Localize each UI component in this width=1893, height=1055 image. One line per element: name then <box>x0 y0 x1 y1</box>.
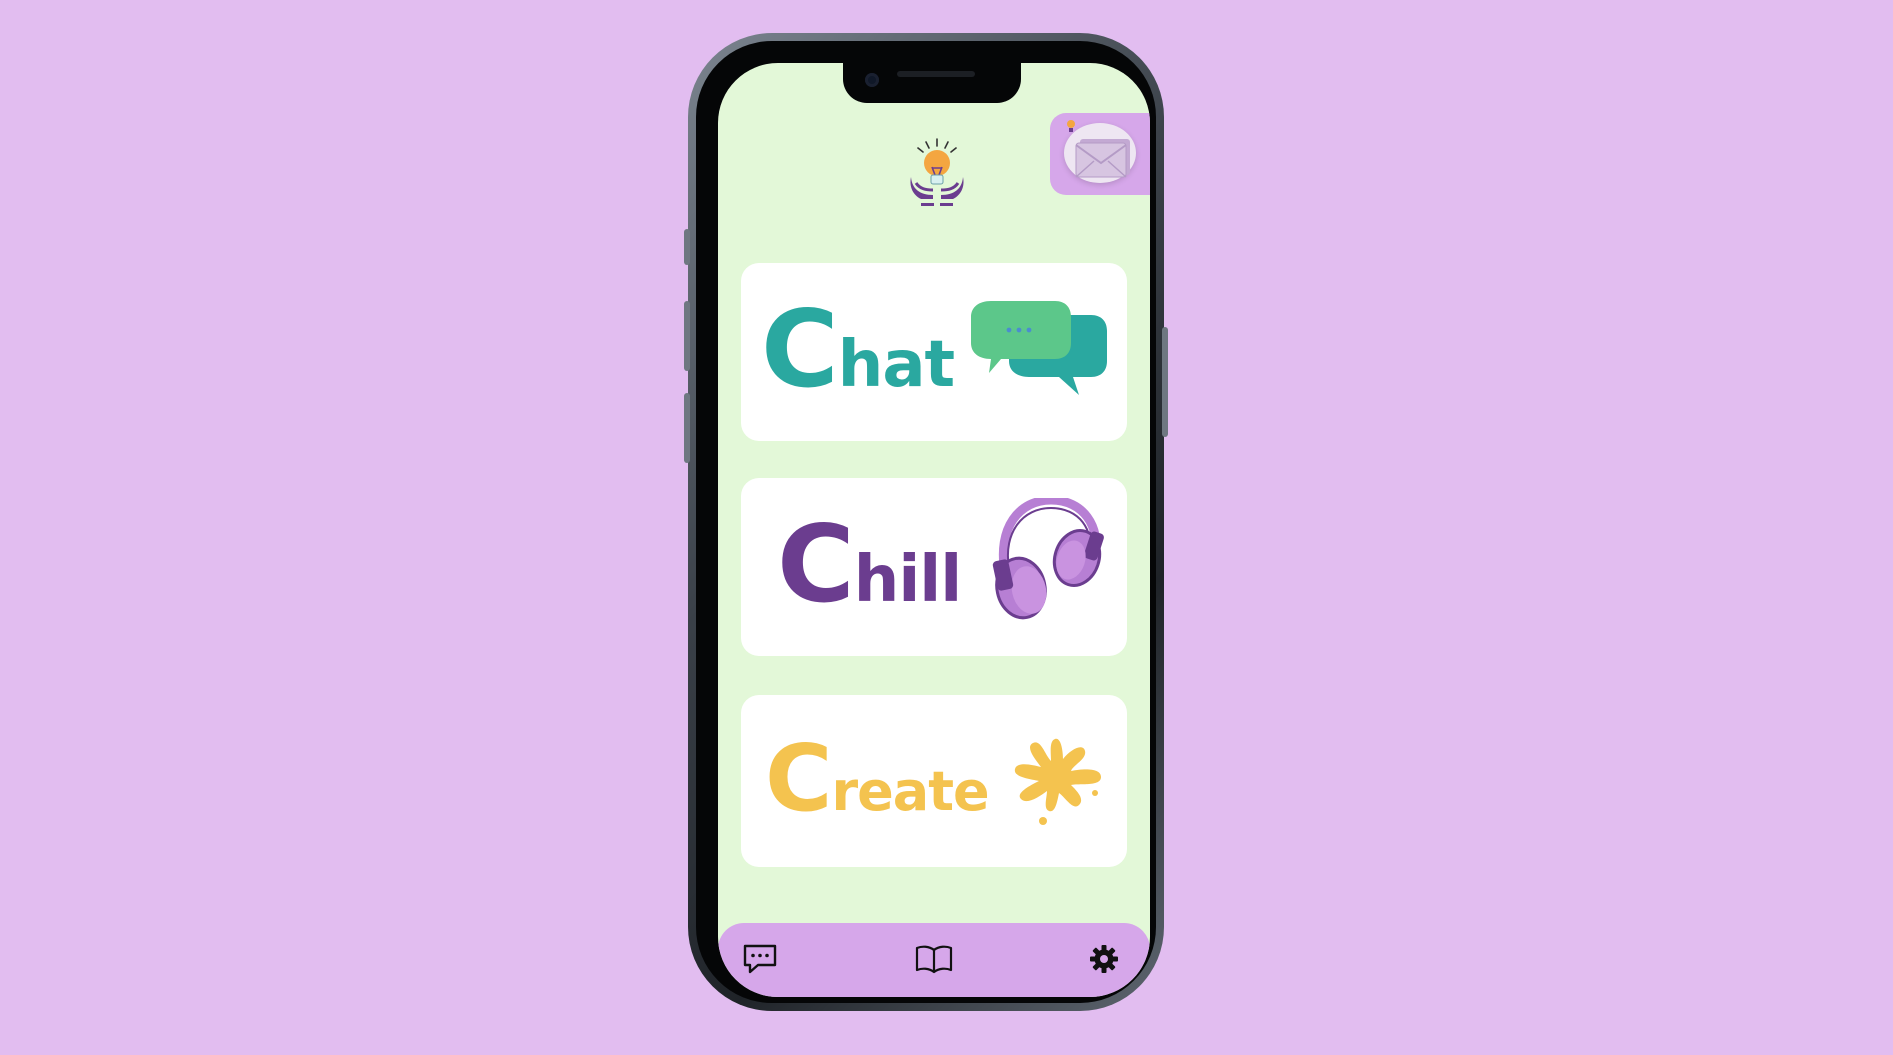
chill-label-rest: hill <box>853 543 962 617</box>
create-card[interactable]: Create <box>741 695 1127 867</box>
phone-frame: Chat Chill Create <box>684 33 1168 1011</box>
create-label-initial: C <box>765 725 833 832</box>
chill-label: Chill <box>777 512 962 618</box>
chat-label: Chat <box>761 297 955 403</box>
book-icon <box>915 945 953 974</box>
gear-icon <box>1090 945 1118 973</box>
headphones-icon <box>989 495 1109 626</box>
create-label: Create <box>765 733 990 825</box>
notch <box>843 63 1021 103</box>
speech-bubbles-icon <box>969 301 1109 405</box>
chat-label-initial: C <box>761 288 839 411</box>
volume-down-button <box>684 393 690 463</box>
app-screen: Chat Chill Create <box>718 63 1150 997</box>
lightbulb-in-hands-icon <box>906 137 968 217</box>
chill-card[interactable]: Chill <box>741 478 1127 656</box>
chat-card[interactable]: Chat <box>741 263 1127 441</box>
paint-splash-icon <box>1009 733 1109 833</box>
chill-label-initial: C <box>777 503 855 626</box>
phone-bezel: Chat Chill Create <box>696 41 1156 1003</box>
volume-up-button <box>684 301 690 371</box>
tab-chat[interactable] <box>740 941 780 977</box>
chat-label-rest: hat <box>837 328 955 402</box>
silent-switch <box>684 229 690 265</box>
create-label-rest: reate <box>831 760 990 823</box>
bottom-tab-bar <box>718 923 1150 997</box>
earpiece-speaker <box>897 71 975 77</box>
front-camera <box>865 73 879 87</box>
mini-lightbulb-icon <box>1067 120 1075 132</box>
tab-library[interactable] <box>914 941 954 977</box>
power-button <box>1162 327 1168 437</box>
messages-button[interactable] <box>1050 113 1150 195</box>
tab-settings[interactable] <box>1084 941 1124 977</box>
chat-bubble-icon <box>743 944 777 974</box>
